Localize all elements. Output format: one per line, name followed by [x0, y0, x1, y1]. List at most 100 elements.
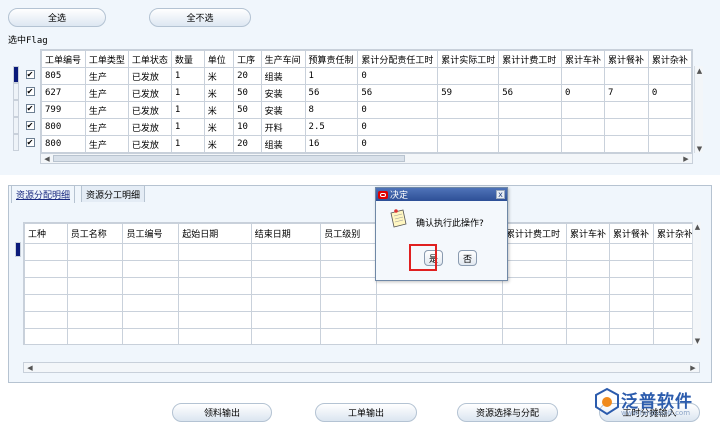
table-cell[interactable]: 生产: [84, 101, 129, 119]
column-header[interactable]: 数量: [170, 50, 205, 68]
row-checkbox[interactable]: ✔: [25, 87, 35, 96]
table-cell[interactable]: [178, 328, 252, 344]
table-cell[interactable]: [66, 243, 124, 261]
table-cell[interactable]: 0: [357, 67, 439, 85]
table-cell[interactable]: 组装: [260, 135, 306, 152]
table-cell[interactable]: [320, 243, 378, 261]
close-icon[interactable]: x: [496, 190, 505, 199]
table-cell[interactable]: 56: [304, 84, 359, 102]
scroll-down-icon[interactable]: ▼: [695, 144, 704, 153]
column-header[interactable]: 工单类型: [84, 50, 129, 68]
table-cell[interactable]: [560, 118, 606, 136]
scroll-up-icon[interactable]: ▲: [695, 66, 704, 75]
table-cell[interactable]: 1: [304, 67, 359, 85]
table-cell[interactable]: [122, 294, 180, 312]
table-cell[interactable]: 生产: [84, 67, 129, 85]
table-cell[interactable]: [250, 294, 322, 312]
issue-output-button[interactable]: 领料输出: [172, 403, 272, 422]
table-cell[interactable]: [565, 328, 611, 344]
scroll-down-icon[interactable]: ▼: [693, 336, 702, 345]
resource-select-button[interactable]: 资源选择与分配: [457, 403, 558, 422]
table-cell[interactable]: [178, 260, 252, 278]
table-cell[interactable]: [122, 260, 180, 278]
table-cell[interactable]: 组装: [260, 67, 306, 85]
table-cell[interactable]: [320, 260, 378, 278]
table-cell[interactable]: [498, 101, 562, 119]
table-cell[interactable]: [437, 135, 500, 152]
table-cell[interactable]: [560, 67, 606, 85]
horizontal-scrollbar[interactable]: ◀ ▶: [40, 153, 693, 164]
table-cell[interactable]: [250, 277, 322, 295]
table-cell[interactable]: 已发放: [127, 135, 172, 152]
table-cell[interactable]: 米: [203, 84, 235, 102]
table-cell[interactable]: [498, 135, 562, 152]
table-cell[interactable]: [647, 118, 692, 136]
row-selector[interactable]: [13, 66, 19, 83]
horizontal-scrollbar[interactable]: ◀ ▶: [23, 362, 700, 373]
column-header[interactable]: 员工编号: [122, 223, 180, 244]
table-cell[interactable]: [604, 101, 649, 119]
table-row[interactable]: 800 生产 已发放 1 米 10 开料 2.5 0: [41, 118, 692, 136]
table-cell[interactable]: [24, 243, 68, 261]
table-cell[interactable]: [565, 311, 611, 329]
table-row[interactable]: [24, 311, 699, 329]
table-cell[interactable]: [604, 67, 649, 85]
table-cell[interactable]: 生产: [84, 118, 129, 136]
table-row[interactable]: [24, 328, 699, 344]
table-cell[interactable]: 安装: [260, 101, 306, 119]
table-row[interactable]: 800 生产 已发放 1 米 20 组装 16 0: [41, 135, 692, 152]
table-cell[interactable]: [320, 277, 378, 295]
table-cell[interactable]: [609, 328, 654, 344]
table-cell[interactable]: 20: [233, 67, 262, 85]
table-cell[interactable]: [24, 328, 68, 344]
table-cell[interactable]: [122, 311, 180, 329]
tab-resource-allocation[interactable]: 资源分配明细: [11, 185, 76, 203]
table-cell[interactable]: [437, 101, 500, 119]
table-cell[interactable]: [502, 277, 567, 295]
vertical-scrollbar[interactable]: ▲ ▼: [694, 66, 703, 153]
table-row[interactable]: [24, 277, 699, 295]
workorder-output-button[interactable]: 工单输出: [315, 403, 417, 422]
table-cell[interactable]: 1: [170, 84, 205, 102]
table-cell[interactable]: [66, 294, 124, 312]
table-cell[interactable]: [24, 260, 68, 278]
column-header[interactable]: 单位: [203, 50, 235, 68]
column-header[interactable]: 工序: [233, 50, 262, 68]
table-cell[interactable]: [609, 260, 654, 278]
table-cell[interactable]: [178, 243, 252, 261]
table-cell[interactable]: [560, 135, 606, 152]
table-cell[interactable]: 56: [498, 84, 562, 102]
table-cell[interactable]: 1: [170, 101, 205, 119]
table-cell[interactable]: [609, 311, 654, 329]
table-cell[interactable]: [250, 260, 322, 278]
column-header[interactable]: 结束日期: [250, 223, 322, 244]
table-cell[interactable]: 799: [41, 101, 86, 119]
table-cell[interactable]: [178, 311, 252, 329]
table-cell[interactable]: 米: [203, 135, 235, 152]
table-cell[interactable]: 56: [357, 84, 439, 102]
table-cell[interactable]: 50: [233, 101, 262, 119]
table-cell[interactable]: 已发放: [127, 101, 172, 119]
row-selector[interactable]: [13, 100, 19, 117]
table-cell[interactable]: [320, 311, 378, 329]
table-cell[interactable]: [502, 311, 567, 329]
table-cell[interactable]: [498, 118, 562, 136]
table-cell[interactable]: [565, 260, 611, 278]
table-cell[interactable]: 生产: [84, 135, 129, 152]
no-button[interactable]: 否: [458, 250, 477, 266]
scroll-left-icon[interactable]: ◀: [25, 363, 35, 372]
scroll-right-icon[interactable]: ▶: [688, 363, 698, 372]
column-header[interactable]: 预算责任制: [304, 50, 359, 68]
table-cell[interactable]: [565, 277, 611, 295]
table-cell[interactable]: 627: [41, 84, 86, 102]
row-checkbox[interactable]: ✔: [25, 70, 35, 79]
row-checkbox[interactable]: ✔: [25, 104, 35, 113]
table-cell[interactable]: [66, 311, 124, 329]
column-header[interactable]: 累计餐补: [609, 223, 654, 244]
table-cell[interactable]: [502, 328, 567, 344]
table-cell[interactable]: [502, 260, 567, 278]
column-header[interactable]: 起始日期: [178, 223, 252, 244]
row-selector[interactable]: [13, 117, 19, 134]
scroll-left-icon[interactable]: ◀: [42, 154, 52, 163]
table-cell[interactable]: [24, 294, 68, 312]
